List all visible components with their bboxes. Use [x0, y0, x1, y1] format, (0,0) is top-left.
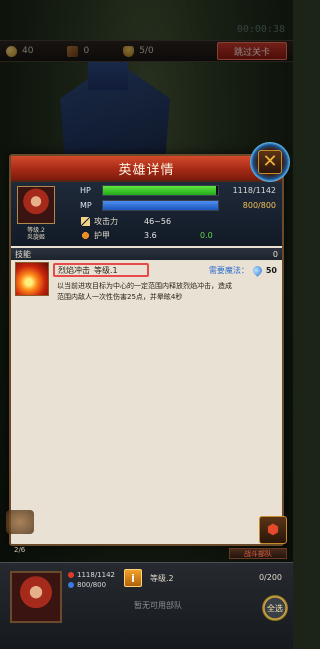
mana-value: 50: [265, 266, 277, 275]
armor-label: 护甲: [94, 231, 110, 240]
armor-bonus: 0.0: [200, 231, 213, 240]
mp-bar: [102, 200, 219, 211]
skill-description: 以当前进攻目标为中心的一定范围内释放烈焰冲击，造成范围内敌人一次性伤害25点，并…: [57, 282, 232, 301]
hero-stats-panel: 等级.2 炎旋姬 HP 1118/1142 MP 800/800 攻击力 46~…: [11, 182, 282, 246]
skill-item[interactable]: 烈焰冲击 等级.1 需要魔法： 50 以当前进攻目标为中心的一定范围内释放烈焰冲…: [14, 262, 279, 301]
bottom-mp-value: 800/800: [77, 581, 107, 589]
hero-level: 等级.2: [27, 227, 45, 234]
armor-value: 3.6: [144, 231, 157, 240]
hp-value: 1118/1142: [232, 186, 276, 195]
backpack-icon[interactable]: [6, 510, 34, 534]
attack-row: 攻击力 46~56: [81, 216, 196, 227]
mana-label: 需要魔法：: [208, 266, 249, 275]
hp-bar-fill: [103, 186, 216, 195]
skill-title-highlight: 烈焰冲击 等级.1: [53, 263, 149, 277]
mp-bar-fill: [103, 201, 218, 210]
hero-portrait: [17, 186, 55, 224]
attack-value: 46~56: [144, 217, 172, 226]
battle-units-button[interactable]: 战斗部队: [229, 548, 287, 559]
close-button[interactable]: ✕: [250, 142, 290, 182]
skill-mana-cost: 需要魔法： 50: [208, 264, 277, 277]
hp-label: HP: [80, 186, 91, 195]
hp-bar: [102, 185, 219, 196]
mp-label: MP: [80, 201, 92, 210]
skills-header: 技能 0: [11, 248, 282, 260]
skill-level: 等级.1: [94, 265, 118, 275]
shield-icon: [81, 231, 90, 240]
empty-units-text: 暂无可用部队: [134, 600, 182, 610]
fire-strike-icon: [15, 262, 49, 296]
hero-detail-dialog: 英雄详情 ✕ 等级.2 炎旋姬 HP 1118/1142 MP 800/800 …: [9, 142, 290, 546]
hero-level-block: 等级.2 炎旋姬: [17, 227, 55, 241]
sword-icon: [81, 217, 90, 226]
info-icon[interactable]: i: [124, 569, 142, 587]
bottom-mp: 800/800: [68, 581, 106, 589]
mp-value: 800/800: [242, 201, 276, 210]
close-icon: ✕: [258, 150, 282, 174]
skills-count: 0: [272, 249, 278, 259]
bottom-progress: 0/200: [258, 573, 282, 582]
mp-dot-icon: [68, 582, 74, 588]
armor-row: 护甲 3.6 0.0: [81, 230, 213, 241]
bottom-hp-value: 1118/1142: [77, 571, 115, 579]
bottom-hp: 1118/1142: [68, 571, 115, 579]
hero-bottom-panel: 1118/1142 800/800 i 等级.2 0/200 暂无可用部队 全选: [0, 562, 293, 649]
bottom-level: 等级.2: [150, 574, 174, 583]
locate-icon[interactable]: ⬢: [259, 516, 287, 544]
skill-name: 烈焰冲击: [58, 265, 90, 275]
skills-title: 技能: [15, 249, 31, 259]
select-all-button[interactable]: 全选: [262, 595, 288, 621]
attack-label: 攻击力: [94, 217, 118, 226]
dialog-title: 英雄详情: [11, 156, 282, 182]
hero-name: 炎旋姬: [26, 234, 45, 241]
page-counter: 2/6: [14, 546, 26, 554]
hero-avatar[interactable]: [10, 571, 62, 623]
mana-drop-icon: [250, 264, 264, 277]
hp-dot-icon: [68, 572, 74, 578]
